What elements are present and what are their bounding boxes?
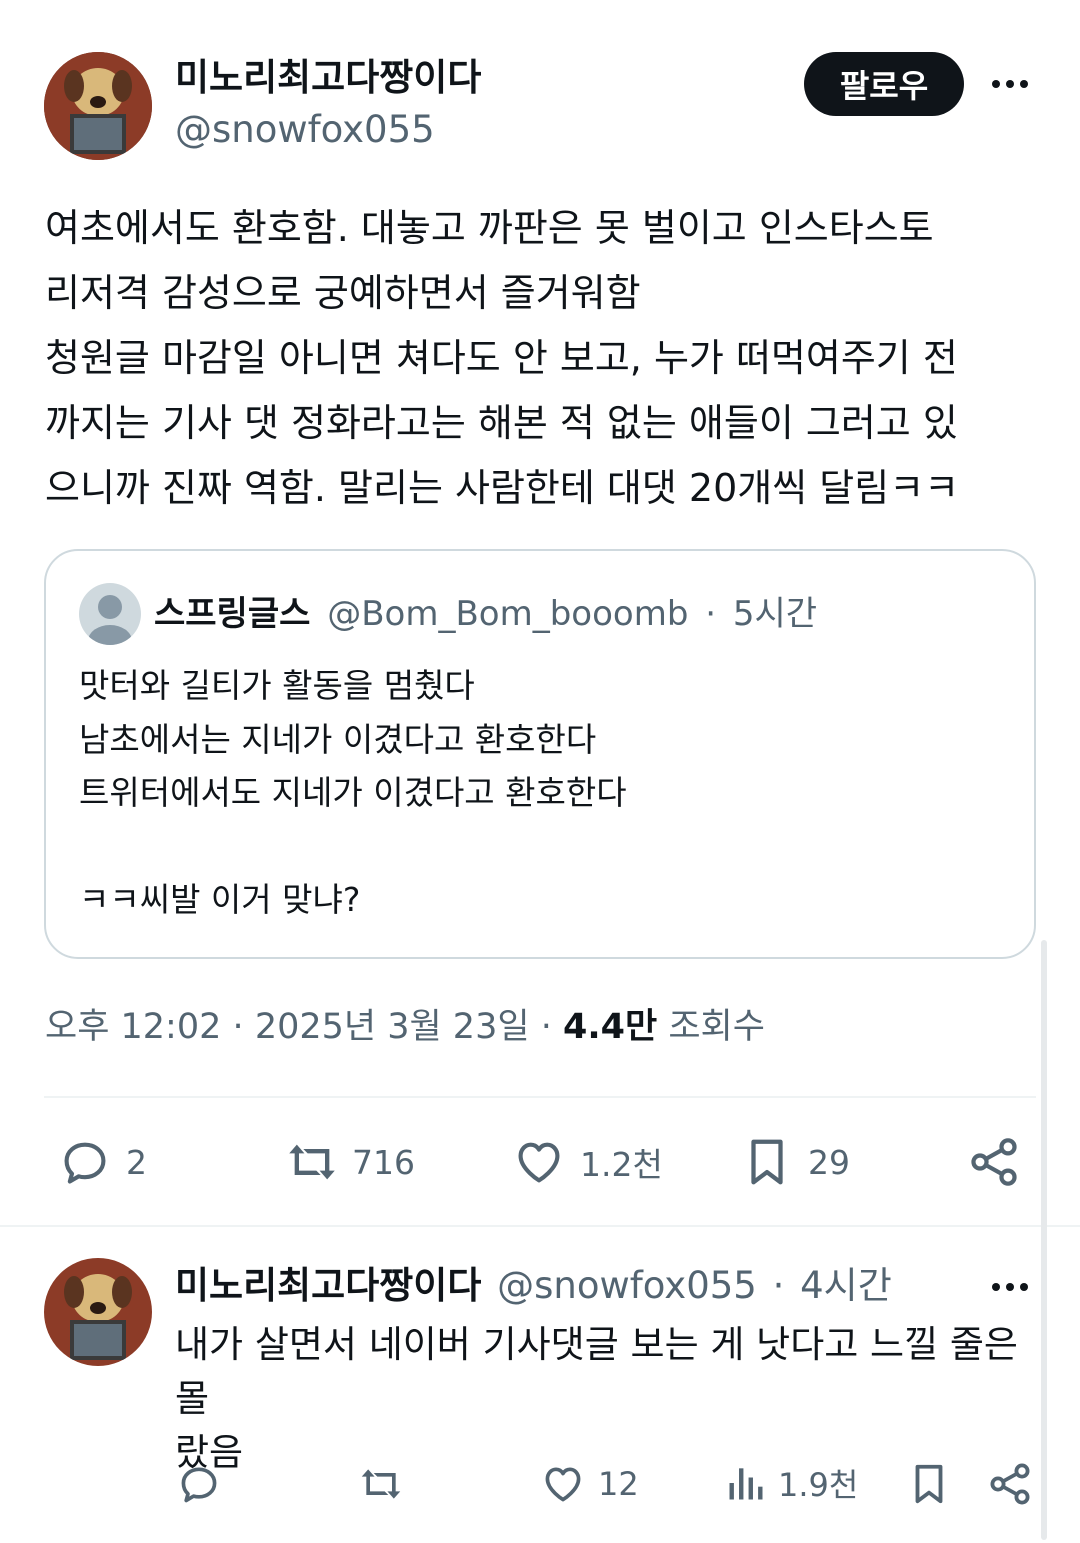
reply-bubble-icon bbox=[64, 1142, 106, 1184]
quoted-text: 맛터와 길티가 활동을 멈췄다 남초에서는 지네가 이겼다고 환호한다 트위터에… bbox=[79, 659, 1009, 927]
quoted-author-avatar[interactable] bbox=[79, 583, 141, 645]
tweet-date[interactable]: 2025년 3월 23일 bbox=[255, 1007, 530, 1047]
quoted-author-name[interactable]: 스프링글스 bbox=[154, 594, 310, 634]
quoted-line: 남초에서는 지네가 이겼다고 환호한다 bbox=[79, 719, 597, 759]
reply-time[interactable]: 4시간 bbox=[800, 1264, 892, 1307]
bookmark-icon bbox=[915, 1464, 943, 1504]
retweet-button[interactable]: 716 bbox=[282, 1136, 415, 1188]
meta-separator: · bbox=[232, 1007, 244, 1047]
follow-button[interactable]: 팔로우 bbox=[804, 52, 964, 116]
bookmark-icon bbox=[751, 1139, 783, 1185]
reply-bubble-icon bbox=[181, 1467, 217, 1503]
share-icon bbox=[971, 1138, 1017, 1186]
quoted-line: 트위터에서도 지네가 이겼다고 환호한다 bbox=[79, 773, 627, 812]
quoted-line: 맛터와 길티가 활동을 멈췄다 bbox=[79, 666, 475, 705]
reply-button[interactable]: 2 bbox=[58, 1136, 147, 1188]
views-count: 4.4만 bbox=[562, 1007, 658, 1047]
bookmark-count: 29 bbox=[808, 1142, 850, 1182]
share-icon bbox=[990, 1463, 1030, 1505]
divider bbox=[44, 1096, 1036, 1098]
share-button[interactable] bbox=[966, 1134, 1022, 1190]
quoted-author-handle[interactable]: @Bom_Bom_booomb bbox=[327, 594, 688, 634]
more-options-icon[interactable] bbox=[992, 80, 1028, 88]
retweet-icon bbox=[361, 1469, 401, 1499]
divider bbox=[0, 1225, 1080, 1227]
author-name[interactable]: 미노리최고다짱이다 bbox=[175, 54, 481, 102]
like-count: 1.2천 bbox=[580, 1145, 663, 1184]
default-avatar-icon bbox=[88, 595, 132, 645]
quoted-tweet[interactable]: 스프링글스 @Bom_Bom_booomb · 5시간 맛터와 길티가 활동을 … bbox=[44, 549, 1036, 959]
reply-count: 2 bbox=[126, 1142, 147, 1182]
reply-separator: · bbox=[772, 1264, 785, 1307]
meta-separator: · bbox=[540, 1007, 552, 1047]
scrollbar[interactable] bbox=[1041, 940, 1047, 1540]
reply-author-name[interactable]: 미노리최고다짱이다 bbox=[175, 1264, 481, 1307]
analytics-icon bbox=[729, 1468, 763, 1500]
reply-like-button[interactable]: 12 bbox=[540, 1462, 639, 1506]
heart-icon bbox=[545, 1467, 581, 1502]
reply-reply-button[interactable] bbox=[176, 1462, 222, 1506]
reply-share-button[interactable] bbox=[986, 1460, 1034, 1508]
quoted-line: ㅋㅋ씨발 이거 맞냐? bbox=[79, 880, 361, 919]
avatar-image bbox=[44, 52, 152, 160]
reply-bookmark-button[interactable] bbox=[906, 1460, 952, 1508]
quoted-separator: · bbox=[705, 594, 717, 634]
heart-icon bbox=[518, 1142, 560, 1183]
quoted-time[interactable]: 5시간 bbox=[733, 594, 817, 634]
reply-like-count: 12 bbox=[598, 1465, 639, 1503]
quoted-line: ​ bbox=[79, 820, 1009, 874]
bookmark-button[interactable]: 29 bbox=[740, 1134, 850, 1190]
views-label: 조회수 bbox=[668, 1007, 765, 1047]
like-button[interactable]: 1.2천 bbox=[512, 1136, 663, 1188]
reply-views-count: 1.9천 bbox=[778, 1466, 859, 1504]
tweet-text: 여초에서도 환호함. 대놓고 까판은 못 벌이고 인스타스토 리저격 감성으로 … bbox=[45, 206, 960, 510]
reply-more-options-icon[interactable] bbox=[992, 1283, 1028, 1291]
reply-text: 내가 살면서 네이버 기사댓글 보는 게 낫다고 느낄 줄은 몰 랐음 bbox=[175, 1323, 1018, 1474]
retweet-count: 716 bbox=[352, 1142, 415, 1182]
reply-retweet-button[interactable] bbox=[356, 1462, 406, 1506]
avatar-image bbox=[44, 1258, 152, 1366]
author-avatar[interactable] bbox=[44, 52, 152, 160]
reply-author-avatar[interactable] bbox=[44, 1258, 152, 1366]
tweet-meta: 오후 12:02 · 2025년 3월 23일 · 4.4만 조회수 bbox=[45, 1004, 765, 1050]
retweet-icon bbox=[289, 1144, 335, 1180]
reply-views-button[interactable]: 1.9천 bbox=[724, 1460, 858, 1506]
author-handle[interactable]: @snowfox055 bbox=[175, 106, 435, 154]
tweet-time[interactable]: 오후 12:02 bbox=[45, 1007, 221, 1047]
reply-author-handle[interactable]: @snowfox055 bbox=[497, 1264, 757, 1307]
